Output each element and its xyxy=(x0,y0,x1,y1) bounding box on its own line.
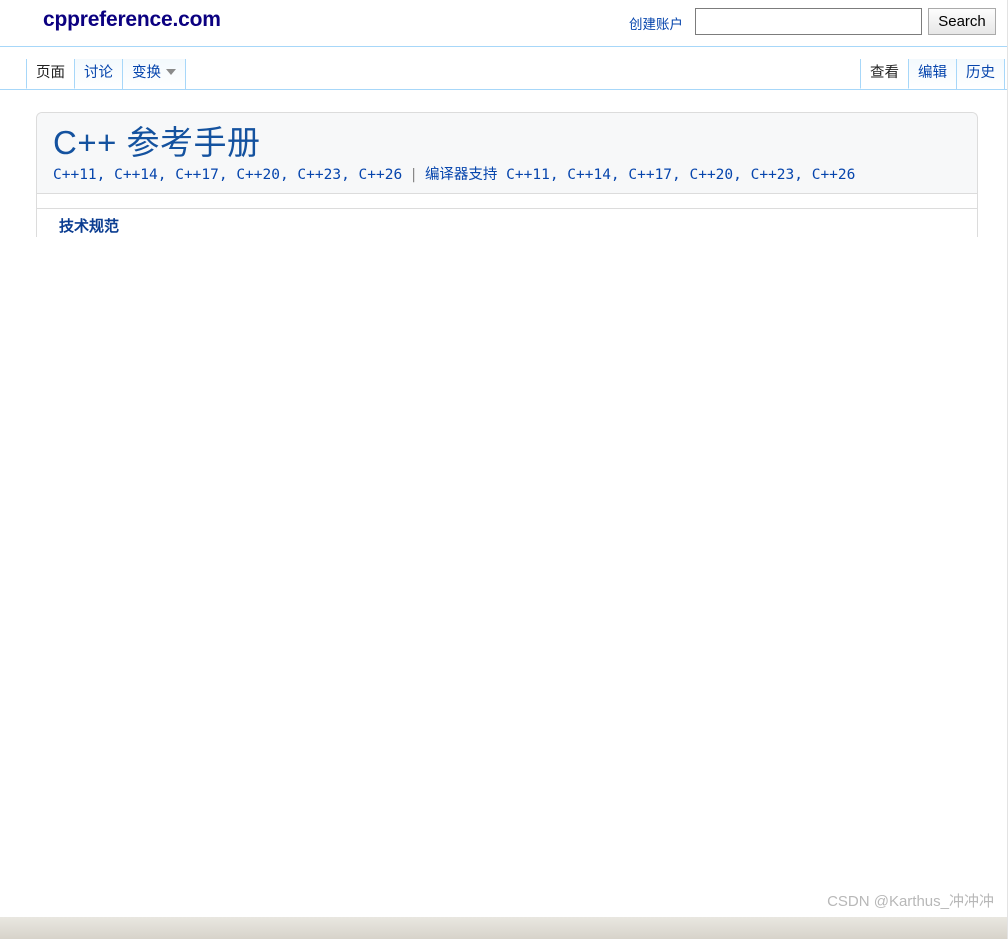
standards-list[interactable]: C++11, C++14, C++17, C++20, C++23, C++26 xyxy=(53,167,402,183)
compiler-support-standards[interactable]: C++11, C++14, C++17, C++20, C++23, C++26 xyxy=(506,167,855,183)
tab-3[interactable]: 变换 xyxy=(122,59,186,89)
search-input[interactable] xyxy=(695,8,922,35)
site-logo[interactable]: cppreference.com xyxy=(43,8,221,32)
tab-label: 页面 xyxy=(36,65,65,82)
create-account-link[interactable]: 创建账户 xyxy=(629,13,683,33)
view-tabs: 查看 编辑 历史 xyxy=(860,59,1005,89)
index-columns xyxy=(37,194,977,208)
site-header: cppreference.com 创建账户 Search xyxy=(0,0,1008,47)
tab-label: 编辑 xyxy=(918,65,947,82)
page-box: C++ 参考手册 C++11, C++14, C++17, C++20, C++… xyxy=(36,112,978,237)
csdn-watermark: CSDN @Karthus_冲冲冲 xyxy=(827,893,994,910)
window-status-bar xyxy=(0,917,1008,939)
content-area: C++ 参考手册 C++11, C++14, C++17, C++20, C++… xyxy=(0,90,1008,237)
tab-label: 变换 xyxy=(132,65,161,82)
tab-label: 历史 xyxy=(966,65,995,82)
chevron-down-icon[interactable] xyxy=(166,69,176,76)
search-button[interactable]: Search xyxy=(928,8,996,35)
namespace-tabs: 页面 讨论 变换 xyxy=(26,59,186,89)
tech-spec-title: 技术规范 xyxy=(59,217,120,235)
tab-bar: 页面 讨论 变换 查看 编辑 历史 xyxy=(0,47,1008,90)
tab-1[interactable]: 查看 xyxy=(860,59,909,89)
title-block: C++ 参考手册 C++11, C++14, C++17, C++20, C++… xyxy=(37,113,977,194)
tab-2[interactable]: 讨论 xyxy=(74,59,123,89)
tab-label: 查看 xyxy=(870,65,899,82)
compiler-support-link[interactable]: 编译器支持 xyxy=(425,167,498,183)
technical-specifications-section: 技术规范 xyxy=(37,207,977,237)
tab-1[interactable]: 页面 xyxy=(26,59,75,89)
standards-line: C++11, C++14, C++17, C++20, C++23, C++26… xyxy=(53,163,977,184)
standards-separator: | xyxy=(409,166,418,183)
tab-3[interactable]: 历史 xyxy=(956,59,1005,89)
tab-label: 讨论 xyxy=(84,65,113,82)
tab-2[interactable]: 编辑 xyxy=(908,59,957,89)
page-title: C++ 参考手册 xyxy=(53,124,261,161)
